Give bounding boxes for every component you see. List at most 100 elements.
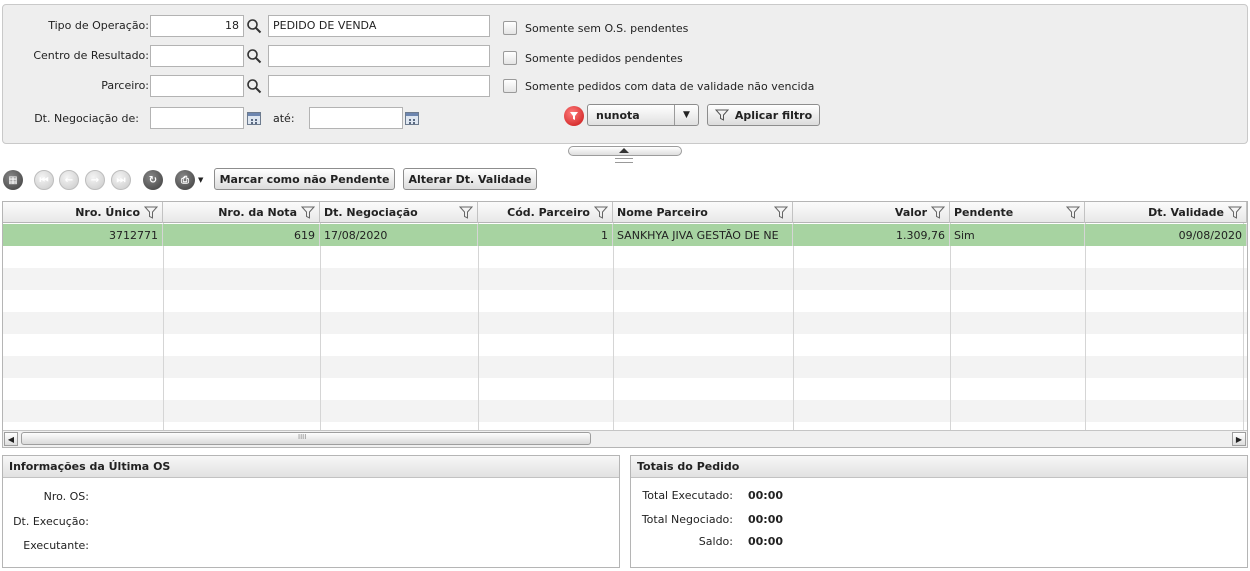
order-totals-panel: Totais do Pedido Total Executado: 00:00 …	[630, 455, 1248, 568]
centro-resultado-label: Centro de Resultado:	[33, 49, 149, 62]
column-header-cod-parceiro[interactable]: Cód. Parceiro	[478, 202, 613, 223]
chevron-down-icon[interactable]: ▼	[674, 105, 698, 125]
horizontal-scrollbar[interactable]: ◀ ▶	[3, 430, 1247, 447]
total-executado-value: 00:00	[748, 489, 784, 502]
last-record-icon[interactable]: ⏭	[111, 170, 131, 190]
collapse-filter-toggle[interactable]	[568, 146, 682, 156]
parceiro-label: Parceiro:	[101, 79, 149, 92]
empty-row	[3, 400, 1247, 422]
cell-pendente: Sim	[950, 224, 1085, 246]
column-header-nro-nota[interactable]: Nro. da Nota	[163, 202, 320, 223]
table-row[interactable]: 3712771 619 17/08/2020 1 SANKHYA JIVA GE…	[3, 224, 1247, 246]
centro-resultado-code-input[interactable]	[150, 45, 244, 67]
total-negociado-value: 00:00	[748, 513, 784, 526]
cell-valor: 1.309,76	[793, 224, 950, 246]
filter-funnel-icon[interactable]	[459, 206, 473, 219]
cell-dt-negociacao: 17/08/2020	[320, 224, 478, 246]
column-header-pendente[interactable]: Pendente	[950, 202, 1085, 223]
resize-grip-icon[interactable]	[615, 158, 633, 163]
filter-funnel-icon[interactable]	[1228, 206, 1242, 219]
saldo-label: Saldo:	[698, 535, 733, 548]
grid-header: Nro. Único Nro. da Nota Dt. Negociação C…	[3, 202, 1247, 223]
ate-label: até:	[273, 112, 295, 125]
column-header-label: Pendente	[954, 206, 1014, 219]
checkbox-validade-nao-vencida[interactable]: Somente pedidos com data de validade não…	[503, 79, 814, 93]
column-header-nro-unico[interactable]: Nro. Único	[3, 202, 163, 223]
previous-record-icon[interactable]: ←	[59, 170, 79, 190]
empty-row	[3, 312, 1247, 334]
search-icon[interactable]	[246, 18, 262, 34]
checkbox-label: Somente sem O.S. pendentes	[525, 21, 689, 35]
mark-not-pending-button[interactable]: Marcar como não Pendente	[214, 168, 395, 190]
column-header-label: Nro. Único	[75, 206, 140, 219]
refresh-icon[interactable]: ↻	[143, 170, 163, 190]
last-os-panel: Informações da Última OS Nro. OS: Dt. Ex…	[2, 455, 620, 568]
column-header-label: Cód. Parceiro	[507, 206, 590, 219]
checkbox[interactable]	[503, 21, 517, 35]
scrollbar-thumb[interactable]	[21, 432, 591, 445]
order-field-select[interactable]: nunota ▼	[587, 104, 699, 126]
column-header-label: Nro. da Nota	[218, 206, 297, 219]
parceiro-description-input[interactable]	[268, 75, 490, 97]
column-header-label: Dt. Validade	[1148, 206, 1224, 219]
calendar-icon[interactable]	[247, 112, 261, 125]
filter-funnel-icon[interactable]	[1066, 206, 1080, 219]
print-icon[interactable]: ⎙	[175, 170, 195, 190]
total-negociado-label: Total Negociado:	[641, 513, 733, 526]
orders-grid: Nro. Único Nro. da Nota Dt. Negociação C…	[2, 201, 1248, 448]
grid-config-icon[interactable]: ▦	[3, 170, 23, 190]
order-totals-title: Totais do Pedido	[631, 456, 1247, 478]
dt-negociacao-from-input[interactable]	[150, 107, 244, 129]
dt-negociacao-to-input[interactable]	[309, 107, 403, 129]
dt-negociacao-label: Dt. Negociação de:	[34, 112, 139, 125]
chevron-down-icon[interactable]: ▼	[198, 176, 203, 184]
clear-filter-icon[interactable]	[564, 106, 584, 126]
column-header-dt-negociacao[interactable]: Dt. Negociação	[320, 202, 478, 223]
tipo-operacao-label: Tipo de Operação:	[48, 19, 149, 32]
column-header-dt-validade[interactable]: Dt. Validade	[1085, 202, 1247, 223]
column-header-label: Nome Parceiro	[617, 206, 708, 219]
cell-nro-unico: 3712771	[3, 224, 163, 246]
tipo-operacao-description-input[interactable]: PEDIDO DE VENDA	[268, 15, 490, 37]
parceiro-code-input[interactable]	[150, 75, 244, 97]
scroll-right-icon[interactable]: ▶	[1232, 432, 1246, 446]
checkbox[interactable]	[503, 51, 517, 65]
column-header-nome-parceiro[interactable]: Nome Parceiro	[613, 202, 793, 223]
checkbox[interactable]	[503, 79, 517, 93]
search-icon[interactable]	[246, 78, 262, 94]
filter-funnel-icon[interactable]	[931, 206, 945, 219]
apply-filter-label: Aplicar filtro	[734, 108, 813, 122]
empty-row	[3, 356, 1247, 378]
filter-funnel-icon[interactable]	[301, 206, 315, 219]
centro-resultado-description-input[interactable]	[268, 45, 490, 67]
order-field-value: nunota	[596, 108, 640, 122]
calendar-icon[interactable]	[405, 112, 419, 125]
column-header-label: Dt. Negociação	[324, 206, 418, 219]
filter-funnel-icon[interactable]	[144, 206, 158, 219]
checkbox-pedidos-pendentes[interactable]: Somente pedidos pendentes	[503, 51, 683, 65]
tipo-operacao-code-input[interactable]: 18	[150, 15, 244, 37]
cell-nro-nota: 619	[163, 224, 320, 246]
cell-nome-parceiro: SANKHYA JIVA GESTÃO DE NE	[613, 224, 793, 246]
last-os-title: Informações da Última OS	[3, 456, 619, 478]
executante-label: Executante:	[23, 539, 89, 552]
change-validity-date-button[interactable]: Alterar Dt. Validade	[403, 168, 537, 190]
search-icon[interactable]	[246, 48, 262, 64]
apply-filter-button[interactable]: Aplicar filtro	[707, 104, 820, 126]
saldo-value: 00:00	[748, 535, 784, 548]
nro-os-label: Nro. OS:	[43, 490, 89, 503]
filter-funnel-icon[interactable]	[774, 206, 788, 219]
dt-execucao-label: Dt. Execução:	[13, 515, 89, 528]
cell-dt-validade: 09/08/2020	[1085, 224, 1247, 246]
checkbox-label: Somente pedidos pendentes	[525, 51, 683, 65]
column-header-label: Valor	[894, 206, 927, 219]
cell-cod-parceiro: 1	[478, 224, 613, 246]
scroll-left-icon[interactable]: ◀	[4, 432, 18, 446]
first-record-icon[interactable]: ⏮	[34, 170, 54, 190]
column-header-valor[interactable]: Valor	[793, 202, 950, 223]
filter-funnel-icon[interactable]	[594, 206, 608, 219]
checkbox-sem-os-pendentes[interactable]: Somente sem O.S. pendentes	[503, 21, 688, 35]
total-executado-label: Total Executado:	[642, 489, 733, 502]
empty-row	[3, 268, 1247, 290]
next-record-icon[interactable]: →	[85, 170, 105, 190]
